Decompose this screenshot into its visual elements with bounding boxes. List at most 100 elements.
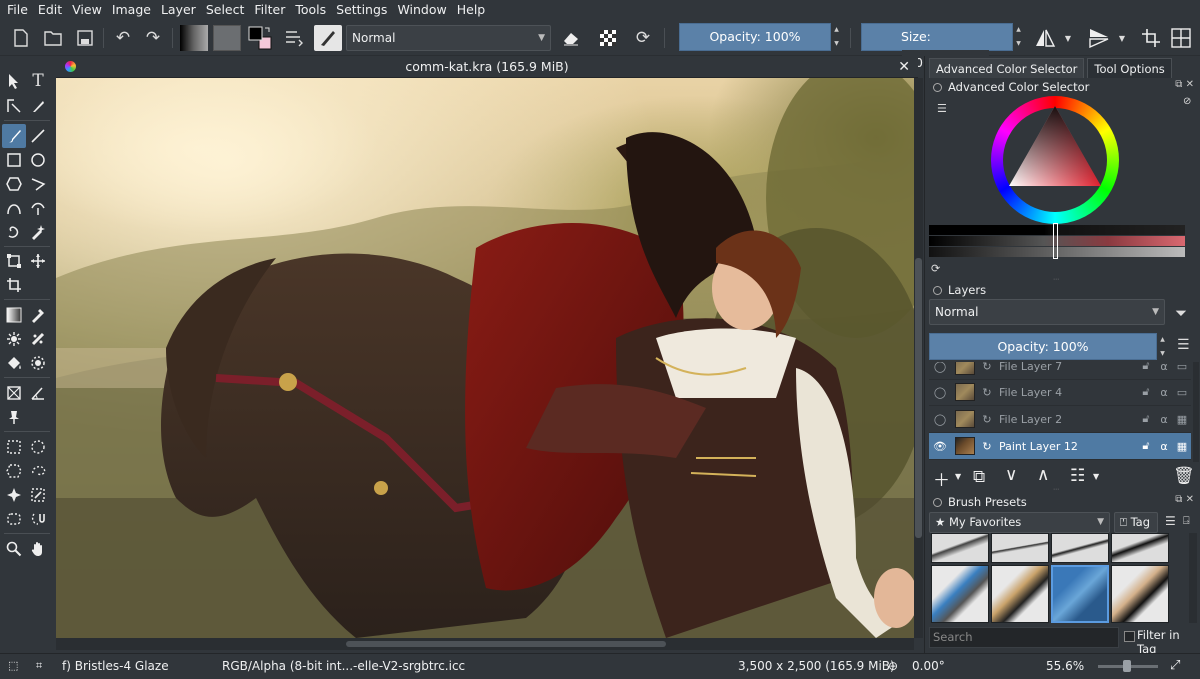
tab-tool-options[interactable]: Tool Options <box>1087 58 1172 78</box>
bezier-selection-icon[interactable] <box>2 507 26 531</box>
polygonal-selection-icon[interactable] <box>2 459 26 483</box>
color-space[interactable]: RGB/Alpha (8-bit int...-elle-V2-srgbtrc.… <box>222 654 465 678</box>
fill-tool-icon[interactable] <box>2 351 26 375</box>
colorize-mask-icon[interactable] <box>2 327 26 351</box>
size-slider[interactable]: Size:70.00 px <box>861 23 1013 76</box>
panel-resize-handle[interactable]: ⋯ <box>1053 276 1059 283</box>
alpha-lock-icon[interactable] <box>595 25 621 51</box>
line-tool-icon[interactable] <box>26 124 50 148</box>
color-selector-settings-icon[interactable]: ☰ <box>937 102 947 115</box>
save-icon[interactable] <box>72 25 98 51</box>
blend-mode-select[interactable]: Normal ▼ <box>346 25 551 51</box>
workspace-icon[interactable] <box>1168 25 1194 51</box>
rotation-value[interactable]: 0.00° <box>912 654 945 678</box>
opacity-slider[interactable]: Opacity: 100% <box>679 23 831 51</box>
brush-settings-icon[interactable] <box>282 25 308 51</box>
multibrush-icon[interactable] <box>26 220 50 244</box>
menu-filter[interactable]: Filter <box>251 0 292 20</box>
layer-row[interactable]: ◯ ↻ File Layer 7 🔓︎ α ▭ <box>929 362 1191 380</box>
layer-row[interactable]: ◯ ↻ File Layer 2 🔓︎ α ▦ <box>929 406 1191 433</box>
lock-icon[interactable]: 🔓︎ <box>1137 362 1155 373</box>
magnetic-selection-icon[interactable] <box>26 507 50 531</box>
dynamic-brush-icon[interactable] <box>2 220 26 244</box>
layer-opacity-slider[interactable]: Opacity: 100% <box>929 333 1157 360</box>
selection-icon[interactable]: ⬚ <box>8 654 18 678</box>
polygon-tool-icon[interactable] <box>2 172 26 196</box>
crop-tool-icon[interactable] <box>2 273 26 297</box>
menu-view[interactable]: View <box>69 0 109 20</box>
select-shapes-icon[interactable] <box>2 69 26 93</box>
visibility-icon[interactable]: ◯ <box>929 362 951 373</box>
layer-list-scrollbar[interactable] <box>1193 362 1199 462</box>
no-color-icon[interactable]: ⊘ <box>1183 96 1191 107</box>
layer-opacity-spin[interactable]: ▲ ▼ <box>1157 333 1168 361</box>
color-picker-icon[interactable] <box>26 303 50 327</box>
panel-float-close-icons[interactable]: ⧉ ✕ <box>1175 79 1194 90</box>
brush-preset-thumb[interactable] <box>991 565 1049 623</box>
size-spin-arrows[interactable]: ▲ ▼ <box>1013 23 1024 51</box>
saturation-value-triangle[interactable] <box>1005 106 1105 190</box>
menu-image[interactable]: Image <box>109 0 158 20</box>
brush-preset-icon[interactable] <box>314 25 342 51</box>
close-icon[interactable]: ✕ <box>898 56 910 78</box>
rectangular-selection-icon[interactable] <box>2 435 26 459</box>
brush-preset-thumb[interactable] <box>1111 565 1169 623</box>
layer-blend-mode-select[interactable]: Normal ▼ <box>929 299 1165 325</box>
chevron-down-icon[interactable]: ▼ <box>1093 472 1099 481</box>
menu-select[interactable]: Select <box>203 0 252 20</box>
redo-icon[interactable]: ↷ <box>140 25 166 51</box>
brush-preset-thumb-selected[interactable] <box>1051 565 1109 623</box>
freehand-selection-icon[interactable] <box>26 459 50 483</box>
layer-row-selected[interactable]: 👁︎ ↻ Paint Layer 12 🔓︎ α ▦ <box>929 433 1191 460</box>
brush-preset-thumb[interactable] <box>931 533 989 563</box>
document-tab[interactable]: comm-kat.kra (165.9 MiB) ✕ <box>56 56 918 78</box>
preset-search-input[interactable]: Search <box>929 627 1119 648</box>
menu-layer[interactable]: Layer <box>158 0 203 20</box>
calligraphy-icon[interactable] <box>26 94 50 118</box>
opacity-spin-arrows[interactable]: ▲ ▼ <box>831 23 842 51</box>
visibility-icon[interactable]: ◯ <box>929 413 951 426</box>
text-tool-icon[interactable]: T <box>26 69 50 93</box>
layer-properties-icon[interactable]: ☷ <box>1070 466 1085 486</box>
canvas[interactable] <box>56 78 914 638</box>
rotation-icon[interactable]: ⊖ <box>888 654 898 678</box>
import-preset-icon[interactable]: ⍈ <box>1183 514 1190 528</box>
brush-size-icon[interactable]: ⌗ <box>36 654 42 678</box>
brush-preset-thumb[interactable] <box>1051 533 1109 563</box>
vertical-scroll-thumb[interactable] <box>915 258 922 538</box>
filter-icon[interactable]: ⏷ <box>1175 304 1187 322</box>
menu-file[interactable]: File <box>4 0 35 20</box>
horizontal-scrollbar[interactable] <box>56 638 914 650</box>
tab-advanced-color-selector[interactable]: Advanced Color Selector <box>929 58 1085 78</box>
zoom-value[interactable]: 55.6% <box>1046 654 1084 678</box>
measure-tool-icon[interactable] <box>26 381 50 405</box>
move-tool-icon[interactable] <box>26 249 50 273</box>
menu-tools[interactable]: Tools <box>292 0 333 20</box>
brush-preset-thumb[interactable] <box>931 565 989 623</box>
tag-button[interactable]: ⍞ Tag <box>1114 512 1158 533</box>
duplicate-layer-icon[interactable]: ⧉ <box>973 467 985 487</box>
gradient-picker-icon[interactable] <box>180 25 208 51</box>
mirror-horizontal-icon[interactable] <box>1032 25 1058 51</box>
add-layer-icon[interactable]: ＋ <box>933 466 950 491</box>
current-brush[interactable]: f) Bristles-4 Glaze <box>62 654 169 678</box>
alpha-lock-icon[interactable]: α <box>1155 440 1173 453</box>
edit-shapes-icon[interactable] <box>2 94 26 118</box>
fullscreen-icon[interactable]: ⤢ <box>1170 654 1180 678</box>
similar-selection-icon[interactable] <box>26 483 50 507</box>
gradient-tool-icon[interactable] <box>2 303 26 327</box>
lock-icon[interactable]: 🔓︎ <box>1137 439 1155 453</box>
chevron-down-icon[interactable]: ▼ <box>1062 25 1074 51</box>
visibility-icon[interactable]: 👁︎ <box>929 440 951 453</box>
menu-help[interactable]: Help <box>454 0 493 20</box>
layer-menu-icon[interactable]: ☰ <box>1177 337 1190 353</box>
lock-icon[interactable]: 🔓︎ <box>1137 385 1155 399</box>
menu-settings[interactable]: Settings <box>333 0 394 20</box>
open-folder-icon[interactable] <box>40 25 66 51</box>
chevron-down-icon[interactable]: ▼ <box>955 472 961 481</box>
ellipse-tool-icon[interactable] <box>26 148 50 172</box>
preset-scrollbar[interactable] <box>1189 533 1197 623</box>
freehand-brush-icon[interactable] <box>2 124 26 148</box>
zoom-tool-icon[interactable] <box>2 537 26 561</box>
alpha-lock-icon[interactable]: α <box>1155 386 1173 399</box>
